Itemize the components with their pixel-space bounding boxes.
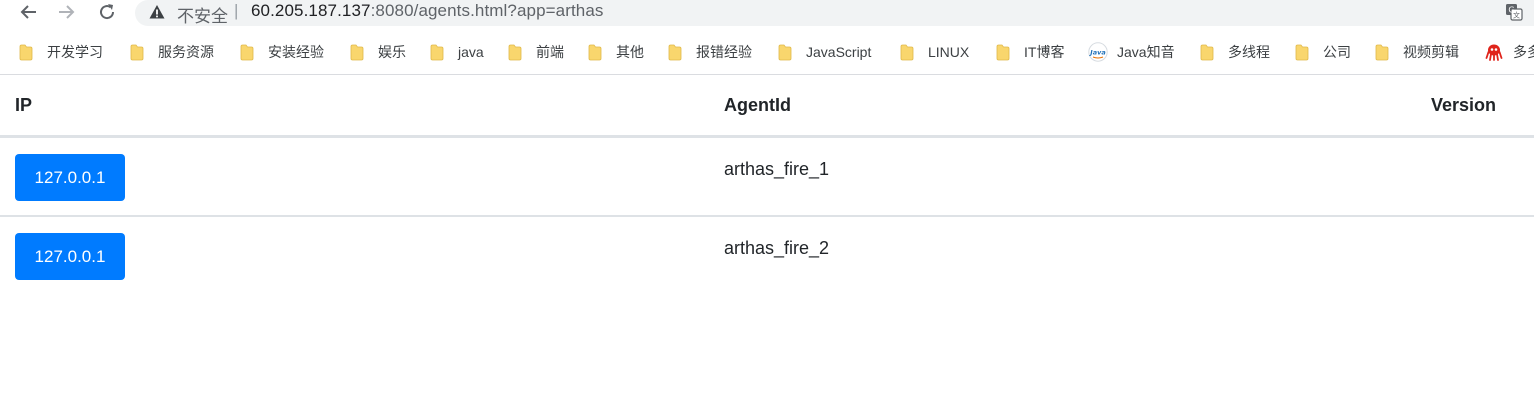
- url-path: :8080/agents.html?app=arthas: [370, 1, 604, 20]
- bookmark-item[interactable]: IT博客: [996, 37, 1064, 67]
- svg-text:Java: Java: [1088, 49, 1105, 57]
- bookmark-item[interactable]: 其他: [588, 37, 644, 67]
- bookmark-label: java: [458, 44, 484, 60]
- bookmark-label: Java知音: [1117, 44, 1175, 60]
- bookmark-label: 前端: [536, 44, 564, 60]
- folder-icon: [778, 44, 792, 61]
- bookmark-label: 开发学习: [47, 44, 103, 60]
- agent-id-cell: arthas_fire_1: [724, 159, 830, 179]
- bookmark-item[interactable]: 公司: [1295, 37, 1351, 67]
- folder-icon: [508, 44, 522, 61]
- bookmark-item[interactable]: 安装经验: [240, 37, 324, 67]
- bookmark-label: JavaScript: [806, 44, 872, 60]
- reload-button[interactable]: [94, 0, 120, 24]
- row-divider: [0, 215, 1534, 217]
- forward-arrow-icon: [58, 4, 76, 20]
- folder-icon: [130, 44, 144, 61]
- folder-icon: [996, 44, 1010, 61]
- bookmark-item[interactable]: 多多: [1485, 37, 1534, 67]
- url-text[interactable]: 60.205.187.137:8080/agents.html?app=arth…: [251, 1, 604, 21]
- folder-icon: [668, 44, 682, 61]
- bookmark-item[interactable]: 视频剪辑: [1375, 37, 1459, 67]
- column-header-version: Version: [1431, 95, 1497, 115]
- bookmark-label: 安装经验: [268, 44, 324, 60]
- address-bar[interactable]: 不安全 | 60.205.187.137:8080/agents.html?ap…: [135, 0, 1534, 26]
- bookmark-label: 娱乐: [378, 44, 406, 60]
- ip-button[interactable]: 127.0.0.1: [15, 154, 125, 201]
- google-translate-icon[interactable]: G 文: [1505, 3, 1523, 21]
- back-button[interactable]: [15, 0, 41, 24]
- column-header-ip: IP: [15, 95, 33, 115]
- bookmark-label: 公司: [1323, 44, 1351, 60]
- bookmark-item[interactable]: LINUX: [900, 37, 969, 67]
- java-logo-icon: Java: [1088, 42, 1108, 62]
- folder-icon: [1375, 44, 1389, 61]
- bookmark-label: 视频剪辑: [1403, 44, 1459, 60]
- bookmark-label: IT博客: [1024, 44, 1065, 60]
- bookmark-item[interactable]: 娱乐: [350, 37, 406, 67]
- reload-icon: [98, 3, 116, 21]
- column-header-agent-id: AgentId: [724, 95, 791, 115]
- back-arrow-icon: [19, 4, 37, 20]
- forward-button[interactable]: [54, 0, 80, 24]
- bookmark-item[interactable]: java: [430, 37, 484, 67]
- warning-triangle-icon[interactable]: [149, 4, 165, 20]
- folder-icon: [350, 44, 364, 61]
- folder-icon: [900, 44, 914, 61]
- bookmark-label: 其他: [616, 44, 644, 60]
- folder-icon: [430, 44, 444, 61]
- agents-page: IP AgentId Version 127.0.0.1 arthas_fire…: [0, 75, 1534, 417]
- browser-toolbar: 不安全 | 60.205.187.137:8080/agents.html?ap…: [0, 0, 1534, 26]
- bookmark-item[interactable]: Java Java知音: [1088, 37, 1175, 67]
- url-separator: |: [234, 1, 239, 20]
- bookmark-label: 多线程: [1228, 44, 1270, 60]
- bookmark-item[interactable]: 开发学习: [19, 37, 103, 67]
- ip-button[interactable]: 127.0.0.1: [15, 233, 125, 280]
- octopus-icon: [1485, 43, 1503, 61]
- bookmarks-bar: 开发学习 服务资源 安装经验 娱乐 java 前端 其他 报错经验 JavaScript LINU…: [0, 37, 1534, 67]
- bookmark-label: 服务资源: [158, 44, 214, 60]
- bookmark-item[interactable]: JavaScript: [778, 37, 871, 67]
- folder-icon: [1295, 44, 1309, 61]
- table-header-divider: [0, 135, 1534, 138]
- bookmark-label: 多多: [1513, 44, 1534, 60]
- bookmark-item[interactable]: 多线程: [1200, 37, 1270, 67]
- bookmark-item[interactable]: 报错经验: [668, 37, 752, 67]
- svg-text:文: 文: [1513, 11, 1520, 20]
- folder-icon: [240, 44, 254, 61]
- bookmark-item[interactable]: 前端: [508, 37, 564, 67]
- bookmark-label: 报错经验: [696, 44, 752, 60]
- folder-icon: [19, 44, 33, 61]
- folder-icon: [588, 44, 602, 61]
- url-host: 60.205.187.137: [251, 1, 371, 20]
- folder-icon: [1200, 44, 1214, 61]
- security-status-label[interactable]: 不安全: [177, 2, 228, 27]
- bookmark-item[interactable]: 服务资源: [130, 37, 214, 67]
- bookmark-label: LINUX: [928, 44, 970, 60]
- agent-id-cell: arthas_fire_2: [724, 238, 830, 258]
